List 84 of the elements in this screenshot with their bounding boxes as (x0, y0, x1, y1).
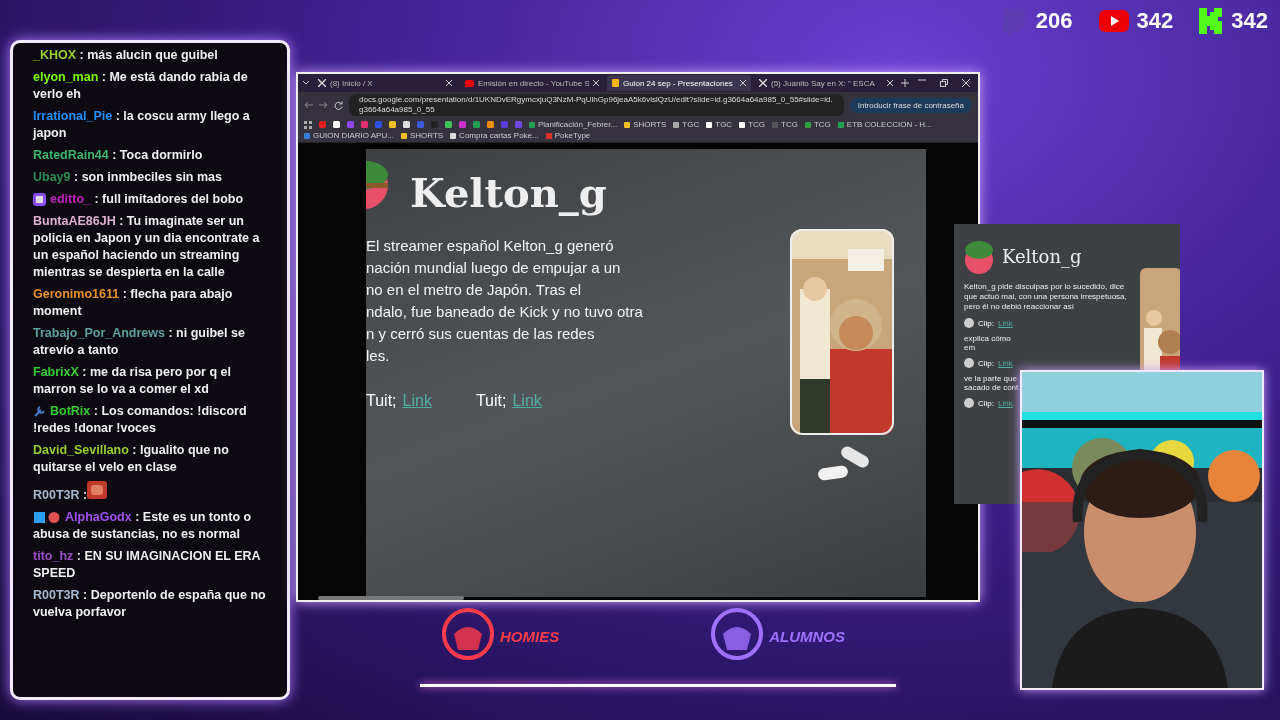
chat-message: _KHOX : más alucin que guibel (33, 47, 219, 64)
passphrase-button[interactable]: Introducir frase de contraseña (849, 97, 972, 113)
restore-icon[interactable] (940, 79, 948, 87)
tuit-label: Tuit; (366, 392, 397, 410)
slide-text: Kelton_g pide disculpas por lo sucedido, dice que actuó mal, con una persona irrespetuosa, pero él no debió reaccionar así (964, 282, 1128, 312)
bookmark-link[interactable]: TCG (772, 120, 798, 129)
chat-message: Ubay9 : son inmbeciles sin mas (33, 169, 223, 186)
slides-icon (612, 79, 619, 87)
chat-message: BuntaAE86JH : Tu imaginate ser un policia en Japon y un dia encontrate a un español haciendo un streaming mientras se despierta en la calle (33, 213, 261, 281)
slide-text: n y cerró sus cuentas de las redes (366, 324, 596, 344)
link[interactable]: Link (998, 398, 1013, 408)
back-icon[interactable] (304, 101, 313, 109)
scrollbar[interactable] (318, 596, 464, 600)
chat-message: R00T3R : (33, 481, 277, 504)
emote-icon (87, 481, 108, 499)
chalk-circle-icon (964, 398, 974, 408)
chat-message: tito_hz : EN SU IMAGINACION EL ERA SPEED (33, 548, 262, 582)
slide-text: les. (366, 346, 391, 366)
bookmark-link[interactable]: TGC (673, 120, 700, 129)
slide-text: no en el metro de Japón. Tras el (366, 280, 583, 300)
bookmark-link[interactable]: SHORTS (624, 120, 667, 129)
slide-text: nación mundial luego de empujar a un (366, 258, 622, 278)
slide-text: ve la parte que sacado de cont (964, 374, 1020, 392)
apps-icon[interactable] (304, 120, 312, 129)
bookmark-link[interactable]: TGC (706, 120, 733, 129)
chat-message: Irrational_Pie : la coscu army llego a japon (33, 108, 251, 142)
bookmark-link[interactable]: TCG (804, 120, 831, 129)
chat-message: Trabajo_Por_Andrews : ni guibel se atrevío a tanto (33, 325, 246, 359)
slide-text: explica cómo em (964, 334, 1012, 352)
chat-message: RatedRain44 : Toca dormirlo (33, 147, 204, 164)
bookmark-link[interactable]: TCG (739, 120, 766, 129)
close-icon[interactable] (887, 80, 893, 86)
slide-title: Kelton_g (410, 169, 607, 216)
chat-message: FabrixX : me da risa pero por q el marron se lo va a comer el xd (33, 364, 232, 398)
bookmark-link[interactable]: Planificación_Febrer... (529, 120, 618, 129)
close-icon[interactable] (446, 80, 452, 86)
link[interactable]: Link (998, 358, 1013, 368)
chalk-circle-icon (964, 358, 974, 368)
slide-text: El streamer español Kelton_g generó (366, 236, 615, 256)
slide-title: Kelton_g (1002, 245, 1082, 267)
chat-message: elyon_man : Me está dando rabia de verlo eh (33, 69, 249, 103)
viewer-count: 342 (1136, 8, 1174, 34)
plus-icon[interactable] (901, 79, 909, 87)
browser-tab[interactable]: (8) Inicio / X (313, 75, 457, 91)
chat-message: AlphaGodx : Este es un tonto o abusa de sustancias, no es normal (33, 509, 253, 543)
viewer-count: 206 (1035, 8, 1073, 34)
clip-label: Clip: (978, 398, 994, 408)
wrench-icon (33, 405, 46, 419)
chat-message: BotRix : Los comandos: !discord !redes !donar !voces (33, 403, 248, 437)
address-bar[interactable]: docs.google.com/presentation/d/1UKNDvERgymcxjuQ3NzM-PqUlhGp96jeaA5k6vlslQzU/edit?slide=id.g3664a64a985_0_55#slide=id.g3664a64a985_0_55 (349, 94, 844, 116)
chalk-circle-icon (964, 318, 974, 328)
chat-message: Geronimo1611 : flecha para abajo moment (33, 286, 234, 320)
chat-message: R00T3R : Deportenlo de españa que no vuelva porfavor (33, 587, 267, 621)
close-icon[interactable] (593, 80, 599, 86)
bookmark-link[interactable]: PokeType (545, 131, 591, 140)
close-icon[interactable] (740, 80, 746, 86)
play-icon (1098, 10, 1129, 32)
x-logo-icon (759, 79, 767, 87)
badge-icon (33, 511, 61, 525)
reload-icon[interactable] (334, 100, 343, 110)
play-icon (465, 79, 474, 87)
bookmark-link[interactable]: SHORTS (400, 131, 444, 140)
bookmark-link[interactable]: Compra cartas Poke... (450, 131, 539, 140)
badge-icon (33, 193, 46, 207)
slide-text: ndalo, fue baneado de Kick y no tuvo otra (366, 302, 644, 322)
link[interactable]: Link (998, 318, 1013, 328)
browser-tab[interactable]: (5) Juanito Say en X: " ESCA (754, 75, 898, 91)
viewer-count: 342 (1231, 8, 1268, 34)
browser-tab[interactable]: Emisión en directo - YouTube S (460, 75, 604, 91)
chevron-down-icon[interactable] (302, 80, 310, 86)
forward-icon[interactable] (319, 101, 328, 109)
tuit-label: Tuit; (475, 392, 507, 410)
close-icon[interactable] (962, 79, 970, 87)
chat-message: editto_ : full imitadores del bobo (33, 191, 277, 208)
logo-text: HOMIES (500, 627, 560, 645)
x-logo-icon (318, 79, 326, 87)
clip-label: Clip: (978, 318, 994, 328)
clip-label: Clip: (978, 358, 994, 368)
chat-message: David_Sevillano : Igualito que no quitarse el velo en clase (33, 442, 230, 476)
logo-text: ALUMNOS (769, 627, 845, 645)
bookmark-link[interactable]: ETB COLECCION - H... (837, 120, 932, 129)
browser-tab[interactable]: Guion 24 sep - Presentaciones (607, 75, 751, 91)
bookmark-link[interactable]: GUION DIARIO APU... (304, 131, 394, 140)
block-logo-icon (1199, 8, 1224, 34)
